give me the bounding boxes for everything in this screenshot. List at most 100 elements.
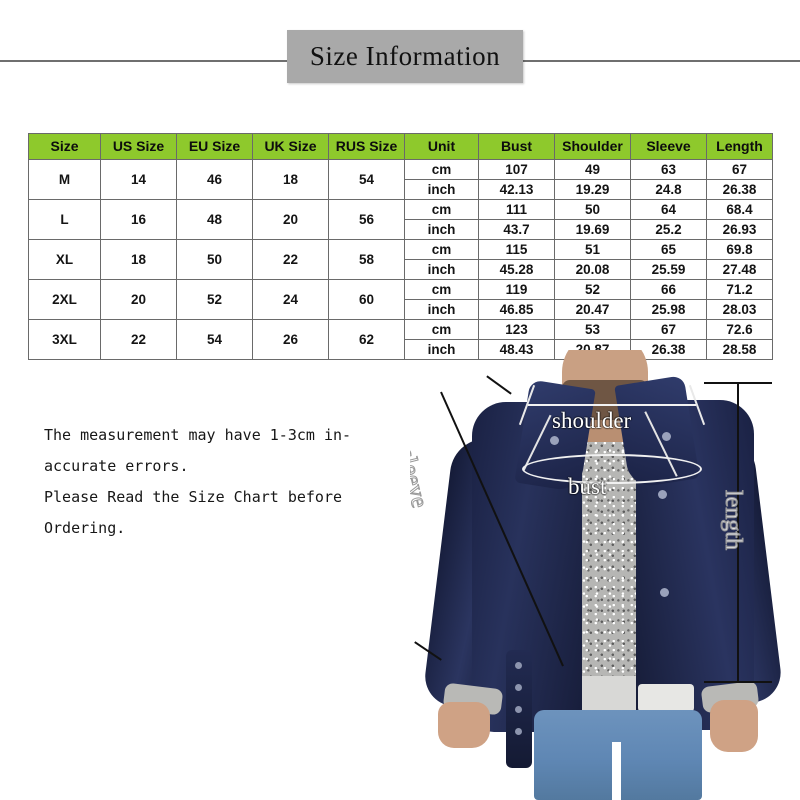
cell-shoulder-inch: 19.69 [554,219,631,240]
note-line: accurate errors. [44,457,189,475]
cell-sleeve-inch: 25.2 [630,219,707,240]
length-dimension-cap-bottom [704,681,772,683]
column-header-length: Length [706,133,773,160]
cell-unit: cm [404,199,479,220]
cell-length-cm: 71.2 [706,279,773,300]
cell-bust-inch: 42.13 [478,179,555,200]
column-header-rus-size: RUS Size [328,133,405,160]
cell-rus-size: 60 [328,279,405,320]
placket-stud-icon [515,728,522,735]
note-line: Please Read the Size Chart before [44,488,343,506]
cell-sleeve-inch: 24.8 [630,179,707,200]
cell-sleeve-inch: 25.98 [630,299,707,320]
cell-unit: cm [404,319,479,340]
cell-length-cm: 67 [706,159,773,180]
cell-bust-inch: 45.28 [478,259,555,280]
table-row: XL 18 50 22 58 cm 115 51 65 69.8 [28,239,773,280]
cell-eu-size: 52 [176,279,253,320]
header-title-plate: Size Information [287,30,523,83]
cell-bust-inch: 43.7 [478,219,555,240]
cell-uk-size: 18 [252,159,329,200]
table-row: 2XL 20 52 24 60 cm 119 52 66 71.2 [28,279,773,320]
placket-stud-icon [515,706,522,713]
note-line: Ordering. [44,519,126,537]
jacket-pocket-stud-icon [660,588,669,597]
bust-label: bust [568,474,607,499]
cell-sleeve-cm: 65 [630,239,707,260]
sleeve-label: sleeve [410,445,433,511]
cell-sleeve-cm: 63 [630,159,707,180]
cell-uk-size: 22 [252,239,329,280]
cell-uk-size: 24 [252,279,329,320]
jeans-rip-detail [612,742,621,800]
cell-us-size: 14 [100,159,177,200]
cell-sleeve-cm: 66 [630,279,707,300]
cell-uk-size: 20 [252,199,329,240]
cell-shoulder-cm: 49 [554,159,631,180]
jacket-stud-icon [662,432,671,441]
cell-us-size: 22 [100,319,177,360]
cell-eu-size: 50 [176,239,253,280]
page-header: Size Information [0,20,800,95]
cell-length-inch: 26.38 [706,179,773,200]
table-row: M 14 46 18 54 cm 107 49 63 67 [28,159,773,200]
cell-us-size: 20 [100,279,177,320]
shoulder-label: shoulder [552,408,632,433]
cell-bust-cm: 115 [478,239,555,260]
cell-shoulder-cm: 53 [554,319,631,340]
page-title: Size Information [309,41,501,71]
bust-guide-ellipse [522,454,702,484]
cell-unit: cm [404,239,479,260]
cell-uk-size: 26 [252,319,329,360]
sleeve-dimension-cap-top [486,375,512,395]
size-table-container: Size US Size EU Size UK Size RUS Size Un… [28,133,773,360]
cell-rus-size: 56 [328,199,405,240]
cell-unit: cm [404,279,479,300]
cell-shoulder-cm: 50 [554,199,631,220]
table-row: L 16 48 20 56 cm 111 50 64 68.4 [28,199,773,240]
cell-unit: inch [404,219,479,240]
cell-sleeve-cm: 67 [630,319,707,340]
cell-unit: inch [404,179,479,200]
table-row: 3XL 22 54 26 62 cm 123 53 67 72.6 [28,319,773,360]
cell-bust-cm: 123 [478,319,555,340]
cell-unit: inch [404,299,479,320]
cell-eu-size: 46 [176,159,253,200]
table-header-row: Size US Size EU Size UK Size RUS Size Un… [28,133,773,160]
cell-bust-cm: 107 [478,159,555,180]
placket-stud-icon [515,684,522,691]
cell-us-size: 16 [100,199,177,240]
jacket-stud-icon [550,436,559,445]
cell-eu-size: 48 [176,199,253,240]
column-header-uk-size: UK Size [252,133,329,160]
cell-shoulder-cm: 51 [554,239,631,260]
column-header-eu-size: EU Size [176,133,253,160]
cell-size: M [28,159,101,200]
column-header-unit: Unit [404,133,479,160]
cell-bust-inch: 46.85 [478,299,555,320]
cell-rus-size: 62 [328,319,405,360]
length-dimension-cap-top [704,382,772,384]
cell-shoulder-inch: 19.29 [554,179,631,200]
placket-stud-icon [515,662,522,669]
cell-unit: cm [404,159,479,180]
size-chart-table: Size US Size EU Size UK Size RUS Size Un… [28,133,773,360]
column-header-size: Size [28,133,101,160]
measurement-diagram: shoulder bust sleeve length [410,350,800,800]
cell-us-size: 18 [100,239,177,280]
model-right-hand [710,700,758,752]
cell-length-cm: 69.8 [706,239,773,260]
column-header-us-size: US Size [100,133,177,160]
cell-sleeve-inch: 25.59 [630,259,707,280]
jacket-stud-icon [658,490,667,499]
cell-length-cm: 72.6 [706,319,773,340]
model-left-hand [438,702,490,748]
note-line: The measurement may have 1-3cm in- [44,426,352,444]
cell-sleeve-cm: 64 [630,199,707,220]
column-header-bust: Bust [478,133,555,160]
cell-rus-size: 58 [328,239,405,280]
shoulder-guide-line [528,404,696,406]
cell-bust-cm: 111 [478,199,555,220]
cell-bust-cm: 119 [478,279,555,300]
cell-shoulder-inch: 20.47 [554,299,631,320]
